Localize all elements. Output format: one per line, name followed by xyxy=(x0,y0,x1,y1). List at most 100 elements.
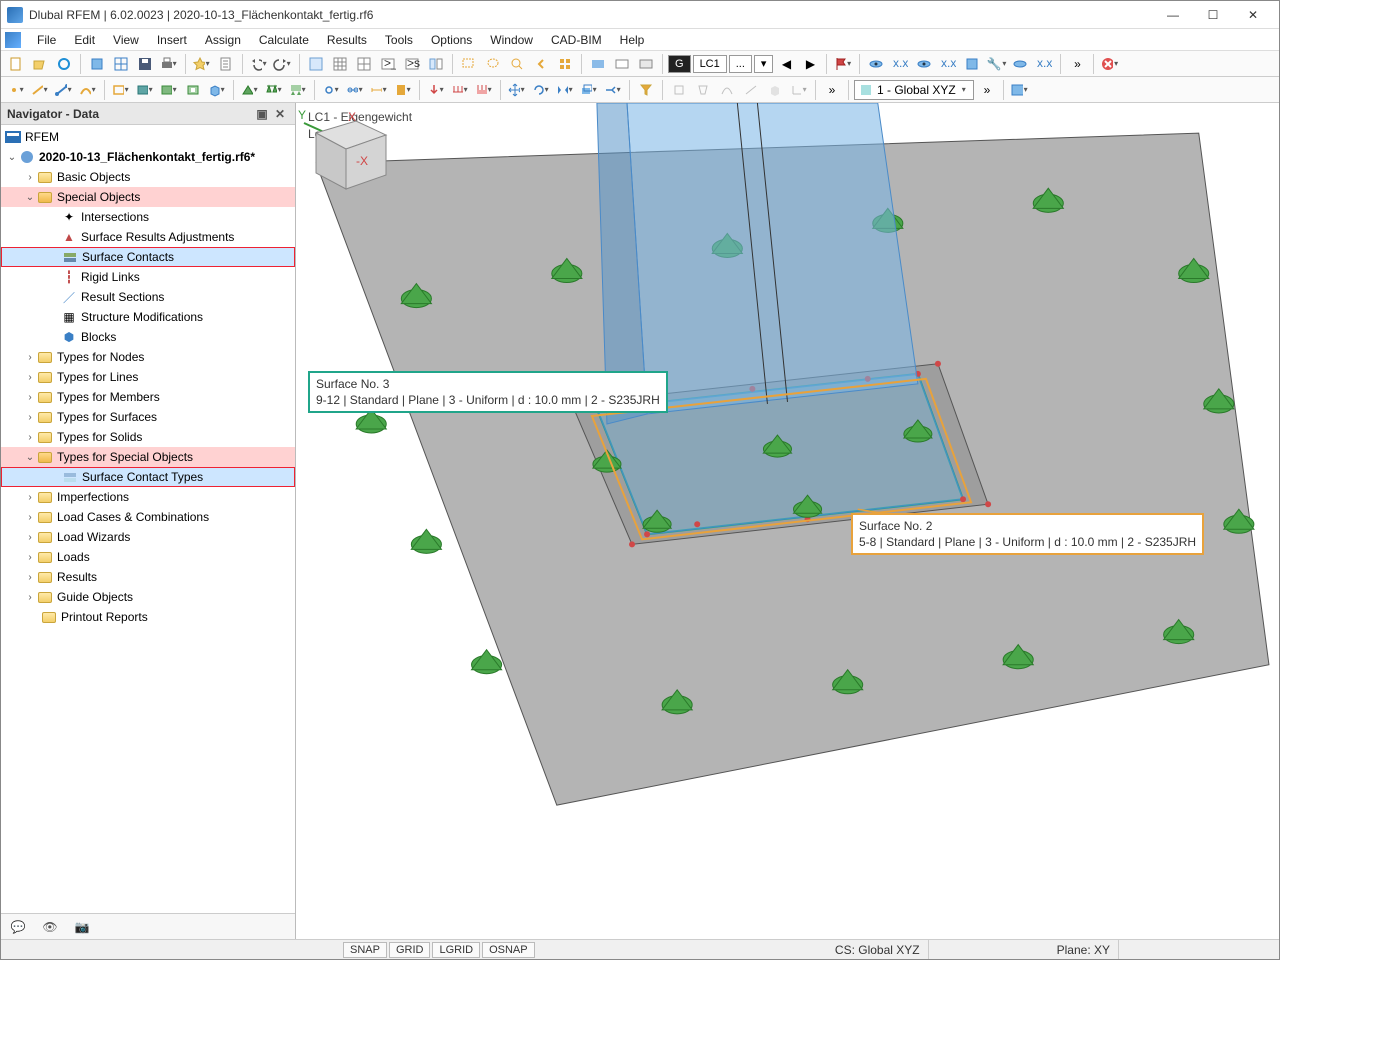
view2-button[interactable] xyxy=(611,53,633,75)
tree-printout[interactable]: Printout Reports xyxy=(1,607,295,627)
node-star-button[interactable]: ▾ xyxy=(5,79,27,101)
global-cs-combo[interactable]: 1 - Global XYZ ▾ xyxy=(854,80,974,100)
straight-button[interactable] xyxy=(740,79,762,101)
nodal-load-button[interactable]: ▾ xyxy=(425,79,447,101)
tree-file[interactable]: ⌄2020-10-13_Flächenkontakt_fertig.rf6* xyxy=(1,147,295,167)
tree-rigid-links[interactable]: ┇Rigid Links xyxy=(1,267,295,287)
menu-view[interactable]: View xyxy=(105,31,147,49)
face-button[interactable]: ▾ xyxy=(134,79,156,101)
hinge-button[interactable]: ▾ xyxy=(320,79,342,101)
toolbar-overflow-button[interactable]: » xyxy=(1066,53,1088,75)
tree-intersections[interactable]: ✦Intersections xyxy=(1,207,295,227)
toolbar2-overflow-button[interactable]: » xyxy=(821,79,843,101)
print-button[interactable]: ▾ xyxy=(158,53,180,75)
flag-red-button[interactable]: ▾ xyxy=(832,53,854,75)
delete-red-button[interactable]: ▾ xyxy=(1099,53,1121,75)
tree-load-wizards[interactable]: ›Load Wizards xyxy=(1,527,295,547)
tree-types-surfaces[interactable]: ›Types for Surfaces xyxy=(1,407,295,427)
report-button[interactable] xyxy=(215,53,237,75)
tree-types-nodes[interactable]: ›Types for Nodes xyxy=(1,347,295,367)
tree-root[interactable]: RFEM xyxy=(1,127,295,147)
tree-types-members[interactable]: ›Types for Members xyxy=(1,387,295,407)
new-button[interactable] xyxy=(5,53,27,75)
mirror-button[interactable]: ▾ xyxy=(554,79,576,101)
menu-assign[interactable]: Assign xyxy=(197,31,249,49)
menu-window[interactable]: Window xyxy=(482,31,541,49)
select-rect-button[interactable] xyxy=(458,53,480,75)
tree-blocks[interactable]: ⬢Blocks xyxy=(1,327,295,347)
view3-button[interactable] xyxy=(635,53,657,75)
menu-edit[interactable]: Edit xyxy=(66,31,103,49)
extrude-button[interactable]: ▾ xyxy=(578,79,600,101)
view-toggle-button[interactable]: ▾ xyxy=(1009,79,1031,101)
menu-results[interactable]: Results xyxy=(319,31,375,49)
eye3-button[interactable] xyxy=(1009,53,1031,75)
nav-foot-comment-button[interactable]: 💬 xyxy=(7,917,29,937)
lc-next-button[interactable]: ▶ xyxy=(799,53,821,75)
section-button[interactable]: ▾ xyxy=(392,79,414,101)
tree-types-solids[interactable]: ›Types for Solids xyxy=(1,427,295,447)
eye1-button[interactable] xyxy=(865,53,887,75)
lc-dropdown-button[interactable]: ▾ xyxy=(754,55,774,73)
menu-tools[interactable]: Tools xyxy=(377,31,421,49)
tree-special-objects[interactable]: ⌄Special Objects xyxy=(1,187,295,207)
view1-button[interactable] xyxy=(587,53,609,75)
eye2-button[interactable] xyxy=(913,53,935,75)
surf-support-button[interactable]: ▾ xyxy=(287,79,309,101)
tree-surface-contacts[interactable]: Surface Contacts xyxy=(1,247,295,267)
tree-result-sections[interactable]: ／Result Sections xyxy=(1,287,295,307)
tree-basic-objects[interactable]: ›Basic Objects xyxy=(1,167,295,187)
line-support-button[interactable]: ▾ xyxy=(263,79,285,101)
tree-guide[interactable]: ›Guide Objects xyxy=(1,587,295,607)
tool-wrench-button[interactable]: 🔧▾ xyxy=(985,53,1007,75)
select-grid-button[interactable] xyxy=(554,53,576,75)
opening-button[interactable] xyxy=(182,79,204,101)
refresh-button[interactable] xyxy=(53,53,75,75)
rect-button[interactable]: ▾ xyxy=(110,79,132,101)
filter-button[interactable] xyxy=(635,79,657,101)
grid-button[interactable] xyxy=(110,53,132,75)
table3-button[interactable] xyxy=(353,53,375,75)
tree-types-lines[interactable]: ›Types for Lines xyxy=(1,367,295,387)
dim-button[interactable]: ▾ xyxy=(368,79,390,101)
menu-options[interactable]: Options xyxy=(423,31,480,49)
persp-button[interactable] xyxy=(692,79,714,101)
table2-button[interactable] xyxy=(329,53,351,75)
menu-calculate[interactable]: Calculate xyxy=(251,31,317,49)
navigator-undock-button[interactable]: ▣ xyxy=(253,105,271,123)
select-zoom-button[interactable] xyxy=(506,53,528,75)
nav-cube[interactable]: -X xyxy=(296,103,396,203)
close-button[interactable]: ✕ xyxy=(1233,3,1273,27)
menu-cad-bim[interactable]: CAD-BIM xyxy=(543,31,610,49)
tree-sra[interactable]: ▲Surface Results Adjustments xyxy=(1,227,295,247)
menu-insert[interactable]: Insert xyxy=(149,31,195,49)
redo-button[interactable]: ▾ xyxy=(272,53,294,75)
status-osnap[interactable]: OSNAP xyxy=(482,942,535,958)
toolbar2-overflow2-button[interactable]: » xyxy=(976,79,998,101)
tree-loads[interactable]: ›Loads xyxy=(1,547,295,567)
xxx1-button[interactable]: x.x.x xyxy=(889,53,911,75)
curve-button[interactable] xyxy=(716,79,738,101)
tree-results[interactable]: ›Results xyxy=(1,567,295,587)
extend-button[interactable]: ▾ xyxy=(602,79,624,101)
line-load-button[interactable]: ▾ xyxy=(449,79,471,101)
panel-button[interactable] xyxy=(425,53,447,75)
ucs-button[interactable]: ▾ xyxy=(788,79,810,101)
move-button[interactable]: ▾ xyxy=(506,79,528,101)
select-prev-button[interactable] xyxy=(530,53,552,75)
tree-surface-contact-types[interactable]: Surface Contact Types xyxy=(1,467,295,487)
block-button[interactable] xyxy=(86,53,108,75)
tree-types-special[interactable]: ⌄Types for Special Objects xyxy=(1,447,295,467)
maximize-button[interactable]: ☐ xyxy=(1193,3,1233,27)
undo-button[interactable]: ▾ xyxy=(248,53,270,75)
open-button[interactable] xyxy=(29,53,51,75)
lc-prev-button[interactable]: ◀ xyxy=(775,53,797,75)
support-button[interactable]: ▾ xyxy=(239,79,261,101)
xxx3-button[interactable]: x.x.x xyxy=(1033,53,1055,75)
app-menu-icon[interactable] xyxy=(5,32,21,48)
line-hinge-button[interactable]: ▾ xyxy=(344,79,366,101)
menu-file[interactable]: File xyxy=(29,31,64,49)
lc-field[interactable]: LC1 xyxy=(693,55,727,73)
navigator-tree[interactable]: RFEM ⌄2020-10-13_Flächenkontakt_fertig.r… xyxy=(1,125,295,913)
cube-button[interactable] xyxy=(961,53,983,75)
